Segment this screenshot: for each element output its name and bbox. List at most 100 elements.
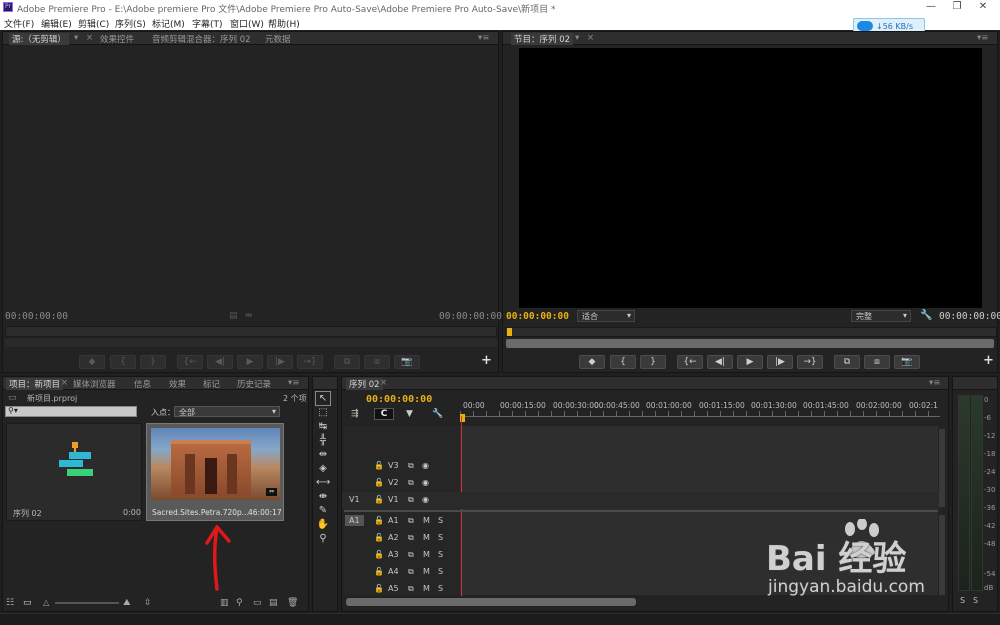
source-tab-dropdown-icon[interactable]: ▾ — [74, 33, 78, 43]
tab-effect-controls[interactable]: 效果控件 — [100, 33, 134, 45]
source-go-to-in-button[interactable]: {← — [177, 355, 203, 369]
sync-lock-icon[interactable]: ⧉ — [408, 584, 414, 594]
program-zoom-bar[interactable] — [506, 339, 994, 348]
tab-history[interactable]: 历史记录 — [237, 378, 271, 390]
lock-icon[interactable]: 🔓 — [374, 567, 384, 576]
close-button[interactable]: ✕ — [970, 0, 996, 15]
program-timecode-current[interactable]: 00:00:00:00 — [506, 311, 569, 322]
tab-info[interactable]: 信息 — [134, 378, 151, 390]
mute-button[interactable]: M — [423, 567, 430, 576]
project-item-clip[interactable]: ⇔ Sacred.Sites.Petra.720p... 46:00:17 — [146, 423, 284, 521]
ripple-edit-tool-icon[interactable]: ↹ — [316, 420, 330, 433]
new-bin-icon[interactable]: ▭ — [253, 598, 262, 608]
tab-metadata[interactable]: 元数据 — [265, 33, 291, 45]
program-mark-in-button[interactable]: { — [610, 355, 636, 369]
sync-lock-icon[interactable]: ⧉ — [408, 533, 414, 543]
track-divider[interactable] — [344, 510, 938, 512]
mute-button[interactable]: M — [423, 584, 430, 593]
program-mark-out-button[interactable]: } — [640, 355, 666, 369]
thumbnail-zoom-slider[interactable] — [55, 602, 119, 604]
source-export-frame-button[interactable]: 📷 — [394, 355, 420, 369]
program-extract-button[interactable]: ⧈ — [864, 355, 890, 369]
source-mark-in-button[interactable]: { — [110, 355, 136, 369]
solo-button[interactable]: S — [438, 567, 443, 576]
tab-effects[interactable]: 效果 — [169, 378, 186, 390]
timeline-timecode[interactable]: 00:00:00:00 — [366, 394, 432, 405]
panel-menu-icon[interactable]: ▾≡ — [929, 378, 940, 388]
source-step-forward-button[interactable]: |▶ — [267, 355, 293, 369]
lock-icon[interactable]: 🔓 — [374, 478, 384, 487]
source-patch-a1[interactable]: A1 — [345, 515, 364, 526]
program-quality-dropdown[interactable]: 完整 ▾ — [851, 310, 911, 322]
menu-clip[interactable]: 剪辑(C) — [78, 17, 109, 30]
project-tab-close-icon[interactable]: × — [61, 378, 68, 388]
lock-icon[interactable]: 🔓 — [374, 461, 384, 470]
zoom-tool-icon[interactable]: ⚲ — [316, 532, 330, 545]
pen-tool-icon[interactable]: ✎ — [316, 504, 330, 517]
menu-file[interactable]: 文件(F) — [4, 17, 34, 30]
solo-button[interactable]: S — [438, 516, 443, 525]
program-tab-dropdown-icon[interactable]: ▾ — [575, 33, 579, 43]
minimize-button[interactable]: — — [918, 0, 944, 15]
sort-icon[interactable]: ⇳ — [144, 598, 152, 608]
new-item-icon[interactable]: ▤ — [269, 598, 278, 608]
source-step-back-button[interactable]: ◀| — [207, 355, 233, 369]
program-export-frame-button[interactable]: 📷 — [894, 355, 920, 369]
source-zoom-bar[interactable] — [5, 339, 497, 347]
source-overwrite-button[interactable]: ⧈ — [364, 355, 390, 369]
menu-sequence[interactable]: 序列(S) — [115, 17, 146, 30]
program-step-forward-button[interactable]: |▶ — [767, 355, 793, 369]
source-add-button-icon[interactable]: + — [481, 353, 492, 368]
add-marker-icon[interactable]: ▼ — [406, 409, 413, 419]
mute-button[interactable]: M — [423, 516, 430, 525]
tab-source[interactable]: 源:（无剪辑） — [9, 33, 69, 45]
program-tab-close-icon[interactable]: × — [587, 33, 594, 43]
tab-audio-clip-mixer[interactable]: 音频剪辑混合器：序列 02 — [152, 33, 251, 45]
maximize-button[interactable]: ❐ — [944, 0, 970, 15]
project-search-input[interactable]: ⚲▾ — [5, 406, 137, 417]
program-go-to-in-button[interactable]: {← — [677, 355, 703, 369]
panel-menu-icon[interactable]: ▾≡ — [288, 378, 299, 388]
trash-icon[interactable]: 🗑 — [287, 598, 298, 608]
sync-lock-icon[interactable]: ⧉ — [408, 567, 414, 577]
lock-icon[interactable]: 🔓 — [374, 516, 384, 525]
eye-icon[interactable]: ◉ — [422, 495, 429, 504]
source-go-to-out-button[interactable]: →} — [297, 355, 323, 369]
slip-tool-icon[interactable]: ⟷ — [316, 476, 330, 489]
timeline-tab-close-icon[interactable]: × — [380, 378, 387, 388]
list-view-icon[interactable]: ☷ — [6, 598, 14, 608]
lock-icon[interactable]: 🔓 — [374, 533, 384, 542]
program-step-back-button[interactable]: ◀| — [707, 355, 733, 369]
tab-sequence[interactable]: 序列 02 — [346, 378, 383, 390]
nest-toggle-icon[interactable]: ⇶ — [351, 409, 359, 419]
tab-program[interactable]: 节目：序列 02 — [511, 33, 574, 45]
menu-window[interactable]: 窗口(W) — [230, 17, 264, 30]
lock-icon[interactable]: 🔓 — [374, 584, 384, 593]
project-item-sequence[interactable]: 序列 02 0:00 — [6, 423, 142, 521]
source-add-marker-button[interactable]: ◆ — [79, 355, 105, 369]
rolling-edit-tool-icon[interactable]: ╬ — [316, 434, 330, 447]
hand-tool-icon[interactable]: ✋ — [316, 518, 330, 531]
selection-tool-icon[interactable]: ↖ — [315, 391, 331, 406]
menu-help[interactable]: 帮助(H) — [268, 17, 300, 30]
zoom-small-icon[interactable]: △ — [43, 598, 49, 607]
time-ruler[interactable]: 00:00 00:00:15:00 00:00:30:00 00:00:45:0… — [460, 401, 940, 422]
panel-menu-icon[interactable]: ▾≡ — [478, 33, 489, 43]
program-lift-button[interactable]: ⧉ — [834, 355, 860, 369]
wrench-icon[interactable]: 🔧 — [920, 310, 932, 321]
solo-button[interactable]: S — [438, 533, 443, 542]
sync-lock-icon[interactable]: ⧉ — [408, 461, 414, 471]
program-play-button[interactable]: ▶ — [737, 355, 763, 369]
tab-project[interactable]: 项目：新项目 — [6, 378, 64, 390]
menu-title[interactable]: 字幕(T) — [192, 17, 223, 30]
source-scrubber[interactable] — [5, 326, 497, 337]
mute-button[interactable]: M — [423, 550, 430, 559]
menu-edit[interactable]: 编辑(E) — [41, 17, 72, 30]
program-add-marker-button[interactable]: ◆ — [579, 355, 605, 369]
source-patch-v1[interactable]: V1 — [349, 495, 360, 504]
sync-lock-icon[interactable]: ⧉ — [408, 550, 414, 560]
tab-media-browser[interactable]: 媒体浏览器 — [73, 378, 116, 390]
find-icon[interactable]: ⚲ — [236, 598, 243, 608]
zoom-large-icon[interactable]: ⛰ — [123, 598, 131, 608]
lock-icon[interactable]: 🔓 — [374, 495, 384, 504]
